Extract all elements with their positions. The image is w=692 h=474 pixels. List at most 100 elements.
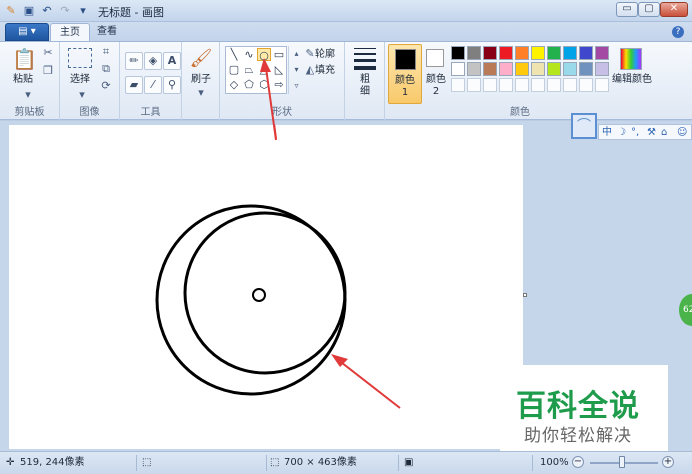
color-picker-icon[interactable]: ⁄ xyxy=(144,76,162,94)
text-tool-icon[interactable]: A xyxy=(163,52,181,70)
ime-tool-icon[interactable]: ⚒ xyxy=(647,126,656,139)
palette-swatch[interactable] xyxy=(451,62,465,76)
palette-swatch[interactable] xyxy=(579,46,593,60)
ime-moon-icon[interactable]: ☽ xyxy=(617,126,626,139)
zoom-level: 100% xyxy=(540,457,569,468)
palette-swatch[interactable] xyxy=(595,46,609,60)
palette-swatch[interactable] xyxy=(499,78,513,92)
paste-icon[interactable]: 📋 xyxy=(12,46,37,72)
drawing-canvas[interactable] xyxy=(9,64,523,449)
palette-swatch[interactable] xyxy=(467,78,481,92)
palette-swatch[interactable] xyxy=(579,78,593,92)
palette-swatch[interactable] xyxy=(483,78,497,92)
customize-dropdown-icon[interactable]: ▾ xyxy=(76,4,90,18)
tab-view[interactable]: 查看 xyxy=(88,23,126,42)
cut-icon[interactable]: ✂ xyxy=(40,46,56,62)
palette-swatch[interactable] xyxy=(515,46,529,60)
palette-swatch[interactable] xyxy=(563,46,577,60)
select-button[interactable]: 选择 xyxy=(66,74,94,86)
pencil-icon[interactable]: ✏ xyxy=(125,52,143,70)
shape-line-icon[interactable]: ╲ xyxy=(227,48,241,61)
undo-icon[interactable]: ↶ xyxy=(40,4,54,18)
ime-smile-icon[interactable]: ☺ xyxy=(677,126,687,139)
palette-swatch[interactable] xyxy=(515,78,529,92)
palette-swatch[interactable] xyxy=(563,78,577,92)
color2-swatch[interactable] xyxy=(426,49,444,67)
palette-swatch[interactable] xyxy=(547,46,561,60)
palette-swatch[interactable] xyxy=(467,62,481,76)
magnifier-icon[interactable]: ⚲ xyxy=(163,76,181,94)
tools-group: ✏ ◈ A ▰ ⁄ ⚲ 工具 xyxy=(120,42,182,120)
shape-triangle-icon[interactable]: △ xyxy=(257,63,271,76)
edit-colors-icon[interactable] xyxy=(620,48,642,70)
shape-pentagon-icon[interactable]: ⬠ xyxy=(242,78,256,91)
palette-swatch[interactable] xyxy=(531,46,545,60)
eraser-icon[interactable]: ▰ xyxy=(125,76,143,94)
canvas-resize-handle[interactable] xyxy=(523,293,527,297)
color2-label[interactable]: 颜色 2 xyxy=(425,74,447,98)
help-icon[interactable]: ? xyxy=(672,26,684,38)
brush-icon[interactable]: 🖌 xyxy=(189,47,213,71)
minimize-button[interactable]: ▭ xyxy=(616,2,638,17)
ribbon-tabs: ▤ ▾ 主页 查看 ? xyxy=(0,22,692,42)
size-button[interactable]: 粗细 xyxy=(357,74,373,98)
palette-swatch[interactable] xyxy=(467,46,481,60)
size-lines-icon[interactable] xyxy=(354,48,376,70)
close-button[interactable]: ✕ xyxy=(660,2,688,17)
crop-icon[interactable]: ⌗ xyxy=(98,45,114,61)
outline-button[interactable]: 轮廓 xyxy=(315,49,343,61)
palette-swatch[interactable] xyxy=(547,78,561,92)
brushes-button[interactable]: 刷子 xyxy=(186,74,216,86)
ime-skin-icon[interactable]: ⌂ xyxy=(661,126,667,139)
palette-swatch[interactable] xyxy=(563,62,577,76)
palette-swatch[interactable] xyxy=(531,78,545,92)
shape-oval-icon[interactable]: ○ xyxy=(257,48,271,62)
shape-curve-icon[interactable]: ∿ xyxy=(242,48,256,61)
palette-swatch[interactable] xyxy=(483,62,497,76)
zoom-in-button[interactable]: + xyxy=(662,456,674,468)
shape-polygon-icon[interactable]: ⏢ xyxy=(242,63,256,76)
shape-diamond-icon[interactable]: ◇ xyxy=(227,78,241,91)
shapes-gallery: ╲ ∿ ○ ▭ ▢ ⏢ △ ◺ ◇ ⬠ ⬡ ⇨ xyxy=(225,46,287,94)
palette-swatch[interactable] xyxy=(483,46,497,60)
palette-swatch[interactable] xyxy=(515,62,529,76)
paste-button[interactable]: 粘贴 xyxy=(6,74,40,86)
palette-swatch[interactable] xyxy=(451,78,465,92)
shape-right-triangle-icon[interactable]: ◺ xyxy=(272,63,286,76)
shape-rounded-rect-icon[interactable]: ▢ xyxy=(227,63,241,76)
brushes-dropdown-icon[interactable]: ▾ xyxy=(193,86,209,102)
save-icon[interactable]: ▣ xyxy=(22,4,36,18)
fill-bucket-icon[interactable]: ◈ xyxy=(144,52,162,70)
palette-swatch[interactable] xyxy=(595,62,609,76)
palette-swatch[interactable] xyxy=(579,62,593,76)
shape-hexagon-icon[interactable]: ⬡ xyxy=(257,78,271,91)
palette-swatch[interactable] xyxy=(499,46,513,60)
rotate-icon[interactable]: ⟳ xyxy=(98,79,114,95)
paste-dropdown-icon[interactable]: ▾ xyxy=(20,88,36,104)
paint-app-icon[interactable]: ✎ xyxy=(4,4,18,18)
select-dropdown-icon[interactable]: ▾ xyxy=(74,88,90,104)
ime-chinese-mode[interactable]: 中 xyxy=(602,126,612,139)
redo-icon[interactable]: ↷ xyxy=(58,4,72,18)
file-menu-button[interactable]: ▤ ▾ xyxy=(5,23,49,41)
resize-icon[interactable]: ⧉ xyxy=(98,62,114,78)
fill-button[interactable]: 填充 xyxy=(315,65,343,77)
zoom-slider-thumb[interactable] xyxy=(619,456,625,468)
palette-swatch[interactable] xyxy=(451,46,465,60)
zoom-out-button[interactable]: − xyxy=(572,456,584,468)
shape-arrow-icon[interactable]: ⇨ xyxy=(272,78,286,91)
palette-swatch[interactable] xyxy=(547,62,561,76)
palette-swatch[interactable] xyxy=(595,78,609,92)
clipboard-group: 📋 粘贴 ▾ ✂ ❐ 剪贴板 xyxy=(0,42,60,120)
copy-icon[interactable]: ❐ xyxy=(40,64,56,80)
palette-swatch[interactable] xyxy=(499,62,513,76)
palette-swatch[interactable] xyxy=(531,62,545,76)
shape-rectangle-icon[interactable]: ▭ xyxy=(272,48,286,61)
select-icon[interactable] xyxy=(68,48,92,68)
tab-home[interactable]: 主页 xyxy=(50,23,90,42)
ime-logo-icon[interactable]: ⌒ xyxy=(571,113,597,139)
edit-colors-button[interactable]: 编辑颜色 xyxy=(611,74,653,86)
ime-punct-icon[interactable]: °, xyxy=(631,126,639,139)
maximize-button[interactable]: ▢ xyxy=(638,2,660,17)
color1-button[interactable]: 颜色 1 xyxy=(388,44,422,104)
